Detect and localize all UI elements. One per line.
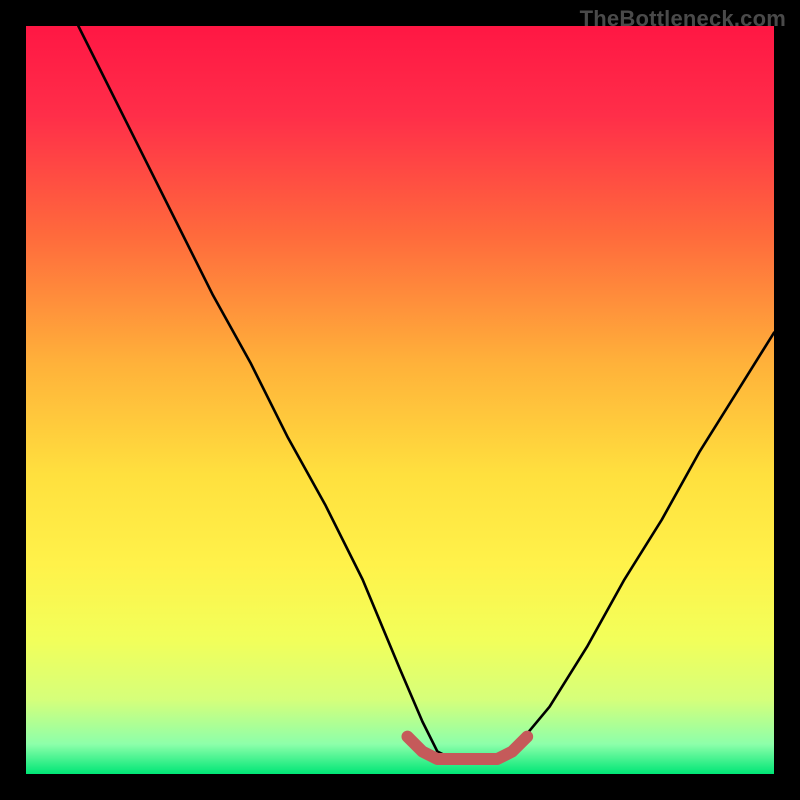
highlight-band — [407, 737, 527, 759]
curve-layer — [26, 26, 774, 774]
bottleneck-curve — [78, 26, 774, 759]
chart-frame: TheBottleneck.com — [0, 0, 800, 800]
plot-area — [26, 26, 774, 774]
watermark-text: TheBottleneck.com — [580, 6, 786, 32]
